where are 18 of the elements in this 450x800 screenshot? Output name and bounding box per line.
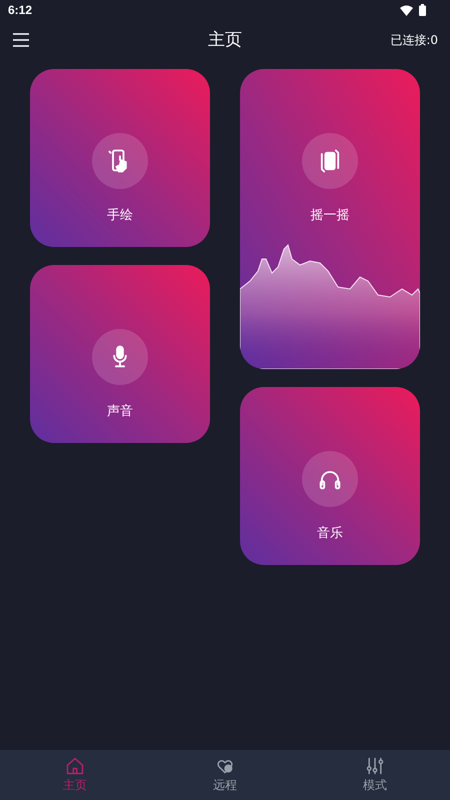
card-label: 手绘 — [107, 207, 133, 224]
sliders-icon — [365, 756, 385, 776]
nav-tab[interactable]: 模式 — [300, 750, 450, 800]
mode-card[interactable]: 手绘 — [30, 69, 210, 247]
card-label: 音乐 — [317, 525, 343, 542]
connection-status: 已连接:0 — [390, 32, 438, 48]
menu-icon[interactable] — [12, 33, 30, 47]
wifi-icon — [400, 4, 413, 16]
mode-card[interactable]: 声音 — [30, 265, 210, 443]
page-title: 主页 — [208, 30, 242, 50]
card-label: 摇一摇 — [310, 207, 350, 224]
card-label: 声音 — [107, 403, 133, 420]
home-icon — [65, 756, 85, 776]
mode-card[interactable]: 摇一摇 — [240, 69, 420, 369]
mode-card[interactable]: 音乐 — [240, 387, 420, 565]
battery-icon — [419, 4, 426, 16]
status-time: 6:12 — [8, 3, 32, 17]
nav-tab[interactable]: 远程 — [150, 750, 300, 800]
